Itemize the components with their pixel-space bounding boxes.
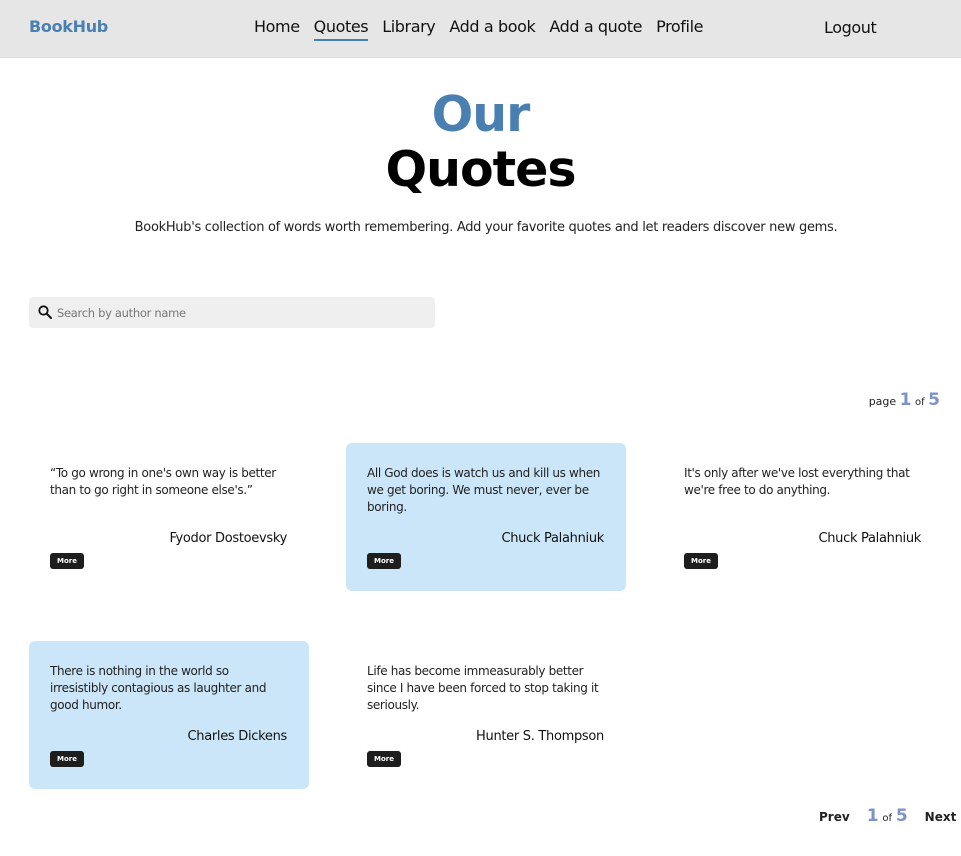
search-input[interactable]: [57, 297, 427, 328]
quote-author: Hunter S. Thompson: [476, 729, 604, 744]
hero-accent-title: Our: [431, 86, 531, 143]
page-title: Quotes: [385, 141, 576, 198]
current-page: 1: [866, 806, 879, 826]
nav-add-quote[interactable]: Add a quote: [549, 17, 642, 41]
page-count: 1 of 5: [867, 806, 908, 826]
more-button[interactable]: More: [367, 553, 401, 569]
quote-text: It's only after we've lost everything th…: [684, 466, 910, 497]
total-pages: 5: [895, 806, 908, 826]
search-icon: [38, 305, 52, 319]
quote-card: “To go wrong in one's own way is better …: [29, 443, 309, 591]
quote-text: All God does is watch us and kill us whe…: [367, 466, 601, 514]
nav-quotes[interactable]: Quotes: [313, 17, 369, 41]
page-label: page: [868, 395, 897, 408]
brand-logo[interactable]: BookHub: [29, 17, 108, 36]
more-button[interactable]: More: [50, 751, 84, 767]
more-button[interactable]: More: [367, 751, 401, 767]
current-page: 1: [899, 390, 912, 410]
search-bar: [29, 297, 435, 328]
nav-home[interactable]: Home: [254, 17, 300, 41]
pagination: Prev 1 of 5 Next: [819, 806, 956, 826]
quote-author: Chuck Palahniuk: [501, 531, 604, 546]
quote-author: Fyodor Dostoevsky: [169, 531, 287, 546]
navbar: BookHub Home Quotes Library Add a book A…: [0, 0, 961, 58]
quote-card: There is nothing in the world so irresis…: [29, 641, 309, 789]
quote-card: All God does is watch us and kill us whe…: [346, 443, 626, 591]
prev-button[interactable]: Prev: [819, 810, 850, 824]
of-label: of: [882, 813, 892, 824]
quote-author: Chuck Palahniuk: [818, 531, 921, 546]
quote-text: Life has become immeasurably better sinc…: [367, 664, 599, 712]
page-indicator: page 1 of 5: [869, 390, 940, 410]
total-pages: 5: [928, 390, 940, 410]
of-label: of: [915, 397, 925, 408]
quote-card: It's only after we've lost everything th…: [663, 443, 943, 591]
nav-add-book[interactable]: Add a book: [449, 17, 535, 41]
nav-links: Home Quotes Library Add a book Add a quo…: [254, 17, 703, 41]
quote-text: “To go wrong in one's own way is better …: [50, 466, 276, 497]
more-button[interactable]: More: [50, 553, 84, 569]
nav-library[interactable]: Library: [382, 17, 436, 41]
nav-profile[interactable]: Profile: [656, 17, 703, 41]
more-button[interactable]: More: [684, 553, 718, 569]
quote-text: There is nothing in the world so irresis…: [50, 664, 267, 712]
logout-button[interactable]: Logout: [824, 18, 877, 37]
next-button[interactable]: Next: [925, 810, 957, 824]
quote-card: Life has become immeasurably better sinc…: [346, 641, 626, 789]
quote-author: Charles Dickens: [187, 729, 288, 744]
page-subtitle: BookHub's collection of words worth reme…: [134, 220, 838, 235]
